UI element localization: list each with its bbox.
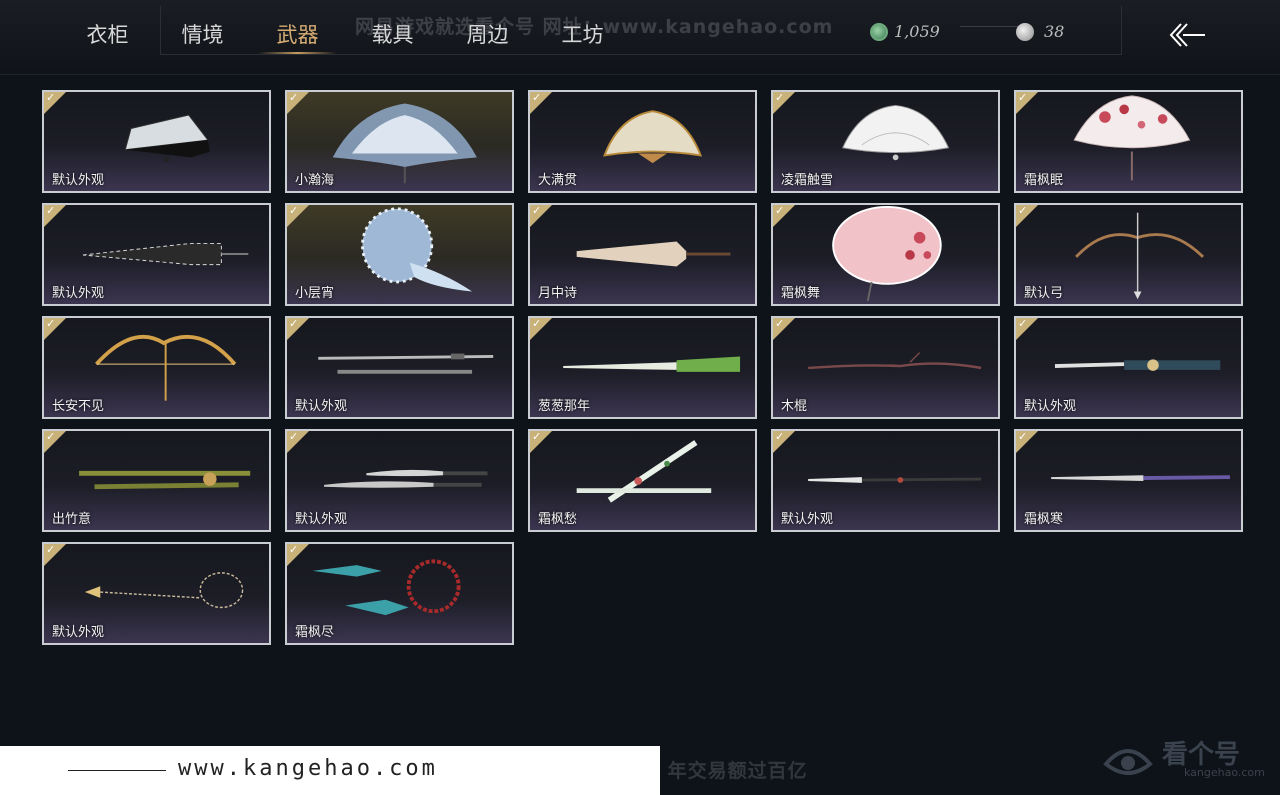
item-label: 默认外观 (52, 625, 105, 640)
bottom-banner: www.kangehao.com (0, 746, 660, 795)
weapon-card[interactable]: 月中诗 (528, 203, 757, 306)
kangehao-logo: 看个号 kangehao.com (1100, 728, 1270, 788)
weapon-card[interactable]: 小层宵 (285, 203, 514, 306)
logo-domain: kangehao.com (1184, 766, 1265, 779)
item-label: 默认外观 (781, 512, 834, 527)
item-label: 长安不见 (52, 399, 105, 414)
banner-url: www.kangehao.com (178, 756, 438, 781)
silver-currency: 38 (1016, 22, 1064, 41)
item-label: 小层宵 (295, 286, 335, 301)
item-label: 月中诗 (538, 286, 578, 301)
weapon-card[interactable]: 默认外观 (285, 316, 514, 419)
tab-wardrobe[interactable]: 衣柜 (60, 18, 155, 52)
top-bar: 衣柜 情境 武器 载具 周边 工坊 网易游戏就选看个号 网址：www.kange… (0, 0, 1280, 75)
weapon-card[interactable]: 默认外观 (42, 542, 271, 645)
item-label: 葱葱那年 (538, 399, 591, 414)
weapon-card[interactable]: 霜枫寒 (1014, 429, 1243, 532)
item-label: 霜枫舞 (781, 286, 821, 301)
weapon-card[interactable]: 霜枫舞 (771, 203, 1000, 306)
weapon-card[interactable]: 长安不见 (42, 316, 271, 419)
tab-scene[interactable]: 情境 (155, 18, 250, 52)
weapon-grid: 默认外观 小瀚海 大满贯 凌霜触雪 (42, 90, 1243, 645)
back-arrow-icon (1169, 23, 1205, 47)
silver-amount: 38 (1044, 22, 1065, 41)
weapon-card[interactable]: 出竹意 (42, 429, 271, 532)
item-label: 霜枫愁 (538, 512, 578, 527)
weapon-card[interactable]: 木棍 (771, 316, 1000, 419)
jade-amount: 1,059 (894, 22, 940, 41)
jade-coin-icon (870, 22, 888, 41)
weapon-card[interactable]: 葱葱那年 (528, 316, 757, 419)
weapon-card[interactable]: 默认外观 (42, 90, 271, 193)
divider (960, 26, 1020, 27)
item-label: 霜枫尽 (295, 625, 335, 640)
item-label: 出竹意 (52, 512, 92, 527)
weapon-card[interactable]: 默认外观 (285, 429, 514, 532)
tab-weapons[interactable]: 武器 (250, 18, 345, 54)
item-label: 木棍 (781, 399, 808, 414)
weapon-card[interactable]: 默认外观 (771, 429, 1000, 532)
banner-rule (68, 770, 166, 771)
weapon-card[interactable]: 小瀚海 (285, 90, 514, 193)
item-label: 霜枫眠 (1024, 173, 1064, 188)
logo-eye-icon (1103, 749, 1153, 775)
item-label: 默认外观 (52, 173, 105, 188)
watermark-top: 网易游戏就选看个号 网址：www.kangehao.com (355, 16, 834, 38)
item-label: 小瀚海 (295, 173, 335, 188)
item-label: 默认外观 (1024, 399, 1077, 414)
item-label: 大满贯 (538, 173, 578, 188)
item-label: 凌霜触雪 (781, 173, 834, 188)
jade-currency: 1,059 (870, 22, 940, 41)
item-label: 默认外观 (52, 286, 105, 301)
weapon-card[interactable]: 默认外观 (42, 203, 271, 306)
weapon-card[interactable]: 大满贯 (528, 90, 757, 193)
item-label: 默认外观 (295, 512, 348, 527)
weapon-card[interactable]: 凌霜触雪 (771, 90, 1000, 193)
item-label: 默认弓 (1024, 286, 1064, 301)
weapon-card[interactable]: 默认弓 (1014, 203, 1243, 306)
item-label: 默认外观 (295, 399, 348, 414)
back-button[interactable] (1165, 18, 1209, 52)
weapon-card[interactable]: 霜枫眠 (1014, 90, 1243, 193)
item-label: 霜枫寒 (1024, 512, 1064, 527)
weapon-card[interactable]: 霜枫尽 (285, 542, 514, 645)
silver-coin-icon (1016, 22, 1034, 41)
weapon-card[interactable]: 霜枫愁 (528, 429, 757, 532)
weapon-card[interactable]: 默认外观 (1014, 316, 1243, 419)
